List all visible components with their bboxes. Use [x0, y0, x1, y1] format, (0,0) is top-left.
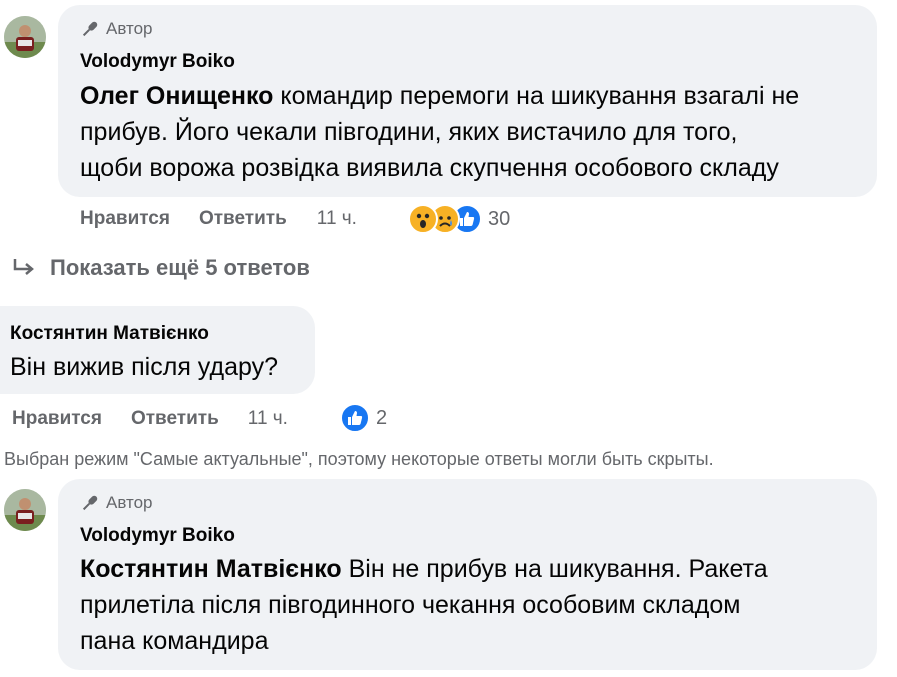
- like-button[interactable]: Нравится: [80, 208, 170, 230]
- show-more-replies-label: Показать ещё 5 ответов: [50, 255, 310, 280]
- reaction-summary[interactable]: 30: [408, 204, 510, 234]
- like-icon: [340, 403, 370, 433]
- comment-line: Він не прибув на шикування. Ракета: [348, 555, 768, 583]
- reaction-count: 2: [376, 406, 388, 429]
- author-badge-label: Автор: [106, 19, 153, 38]
- comment-line: командир перемоги на шикування взагалі н…: [280, 82, 800, 110]
- comment-actions: Нравится Ответить 11 ч.: [80, 208, 357, 230]
- comment-text: Олег Онищенко командир перемоги на шикув…: [80, 78, 870, 186]
- avatar-photo: [4, 16, 46, 58]
- comment-line: прибув. Його чекали півгодини, яких вист…: [80, 118, 738, 146]
- comment-line: щоби ворожа розвідка виявила скупчення о…: [80, 154, 779, 182]
- sort-mode-notice: Выбран режим "Самые актуальные", поэтому…: [4, 449, 714, 469]
- avatar[interactable]: [4, 16, 46, 58]
- comment-text: Костянтин Матвієнко Він не прибув на шик…: [80, 551, 870, 659]
- comment-line: прилетіла після півгодинного чекання осо…: [80, 591, 741, 619]
- comment-actions: Нравится Ответить 11 ч.: [12, 408, 288, 430]
- author-badge: Автор: [80, 19, 153, 39]
- reply-arrow-icon: [13, 259, 34, 275]
- author-badge-label: Автор: [106, 493, 153, 512]
- reaction-summary[interactable]: 2: [340, 403, 387, 433]
- show-more-replies-link[interactable]: Показать ещё 5 ответов: [12, 255, 310, 281]
- like-button[interactable]: Нравится: [12, 408, 102, 430]
- mention-link[interactable]: Костянтин Матвієнко: [80, 555, 342, 583]
- comment-text: Він вижив після удару?: [10, 353, 278, 381]
- wow-icon: [408, 204, 438, 234]
- reaction-count: 30: [488, 207, 511, 230]
- microphone-icon: [82, 495, 98, 511]
- avatar[interactable]: [4, 489, 46, 531]
- comment-timestamp[interactable]: 11 ч.: [317, 208, 357, 230]
- microphone-icon: [82, 21, 98, 37]
- author-badge: Автор: [80, 493, 153, 513]
- comment-author[interactable]: Volodymyr Boiko: [80, 525, 235, 547]
- avatar-photo: [4, 489, 46, 531]
- comment-line: пана командира: [80, 627, 269, 655]
- comment-author[interactable]: Volodymyr Boiko: [80, 51, 235, 73]
- reply-button[interactable]: Ответить: [131, 408, 219, 430]
- reply-button[interactable]: Ответить: [199, 208, 287, 230]
- comment-timestamp[interactable]: 11 ч.: [248, 408, 288, 430]
- comment-author[interactable]: Костянтин Матвієнко: [10, 323, 209, 345]
- mention-link[interactable]: Олег Онищенко: [80, 82, 273, 110]
